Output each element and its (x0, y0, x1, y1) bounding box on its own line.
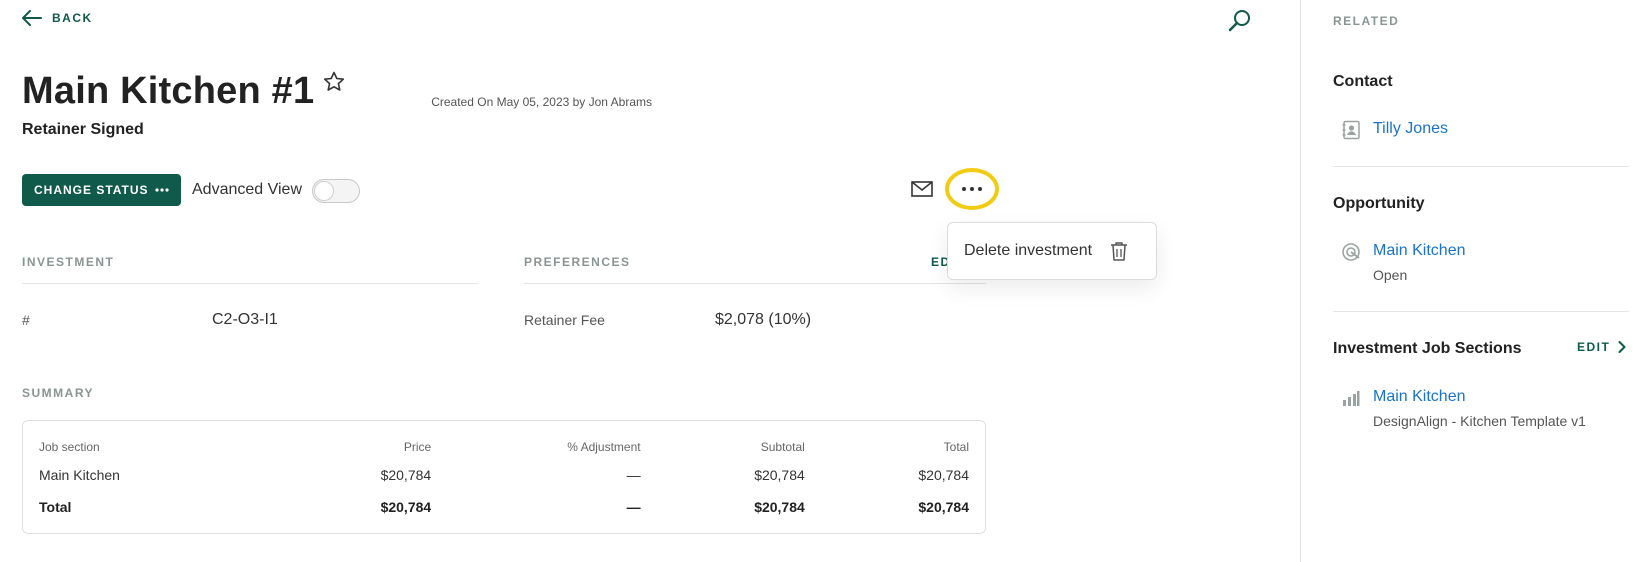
created-info: Created On May 05, 2023 by Jon Abrams (431, 95, 652, 109)
table-cell: — (626, 467, 641, 483)
table-row: Main Kitchen $20,784 — $20,784 $20,784 (23, 459, 985, 491)
more-dot (978, 187, 982, 191)
mail-icon[interactable] (910, 179, 934, 199)
trash-icon (1111, 242, 1128, 261)
table-header-row: Job section Price % Adjustment Subtotal … (23, 435, 985, 459)
search-icon[interactable] (1227, 8, 1253, 34)
table-cell: $20,784 (380, 467, 432, 483)
job-section-link[interactable]: Main Kitchen (1373, 388, 1466, 406)
column-header: Job section (39, 440, 100, 454)
main-panel: BACK Main Kitchen #1 Retainer Signed Cre… (0, 0, 1300, 562)
investment-number-value: C2-O3-I1 (212, 311, 278, 328)
more-options-button[interactable] (945, 168, 999, 210)
retainer-fee-value: $2,078 (10%) (715, 311, 812, 328)
related-sidebar: RELATED Contact Tilly Jones Opportunity … (1300, 0, 1636, 562)
back-label: BACK (52, 11, 93, 25)
advanced-view-toggle[interactable] (312, 179, 360, 203)
more-dot (970, 187, 974, 191)
opportunity-title: Opportunity (1333, 195, 1425, 212)
column-header: Price (403, 440, 432, 454)
chevron-right-icon (1618, 341, 1626, 353)
column-header: Subtotal (760, 440, 805, 454)
preferences-heading: PREFERENCES (524, 255, 631, 269)
table-cell: Main Kitchen (39, 467, 120, 483)
table-cell: $20,784 (380, 499, 432, 515)
change-status-label: CHANGE STATUS (34, 183, 149, 197)
back-button[interactable]: BACK (22, 10, 93, 26)
contact-title: Contact (1333, 73, 1393, 90)
advanced-view-label: Advanced View (192, 181, 302, 198)
change-status-button[interactable]: CHANGE STATUS (22, 174, 181, 206)
job-sections-edit-label: EDIT (1577, 340, 1611, 354)
contact-link[interactable]: Tilly Jones (1373, 120, 1448, 138)
delete-investment-label: Delete investment (964, 242, 1093, 259)
table-cell: $20,784 (754, 499, 805, 515)
related-divider (1333, 166, 1629, 167)
table-total-row: Total $20,784 — $20,784 $20,784 (23, 491, 985, 523)
table-cell: $20,784 (918, 499, 969, 515)
related-heading: RELATED (1333, 14, 1400, 28)
table-cell: $20,784 (754, 467, 805, 483)
column-header: Total (943, 440, 969, 454)
ellipsis-icon (154, 188, 169, 192)
retainer-fee-label: Retainer Fee (524, 312, 605, 328)
investment-number-label: # (22, 312, 30, 328)
table-cell: $20,784 (918, 467, 969, 483)
star-icon[interactable] (322, 70, 346, 94)
status-label: Retainer Signed (22, 121, 144, 138)
page-title: Main Kitchen #1 (22, 70, 315, 112)
investment-heading: INVESTMENT (22, 255, 115, 269)
contact-book-icon (1342, 120, 1360, 140)
bar-chart-icon (1343, 391, 1360, 406)
opportunity-link[interactable]: Main Kitchen (1373, 242, 1466, 260)
summary-heading: SUMMARY (22, 386, 95, 400)
column-header: % Adjustment (567, 440, 641, 454)
summary-table: Job section Price % Adjustment Subtotal … (22, 420, 986, 534)
table-cell: — (626, 499, 641, 515)
preferences-divider (524, 283, 986, 284)
opportunity-target-icon (1342, 243, 1360, 261)
more-dot (962, 187, 966, 191)
opportunity-status: Open (1373, 267, 1408, 283)
delete-investment-menu-item[interactable]: Delete investment (947, 222, 1157, 280)
related-divider (1333, 311, 1629, 312)
job-sections-edit-button[interactable]: EDIT (1577, 340, 1626, 354)
toggle-knob (314, 181, 334, 201)
investment-divider (22, 283, 478, 284)
job-sections-title: Investment Job Sections (1333, 340, 1522, 357)
job-section-template: DesignAlign - Kitchen Template v1 (1373, 413, 1586, 429)
arrow-left-icon (22, 10, 42, 26)
table-cell: Total (39, 499, 72, 515)
